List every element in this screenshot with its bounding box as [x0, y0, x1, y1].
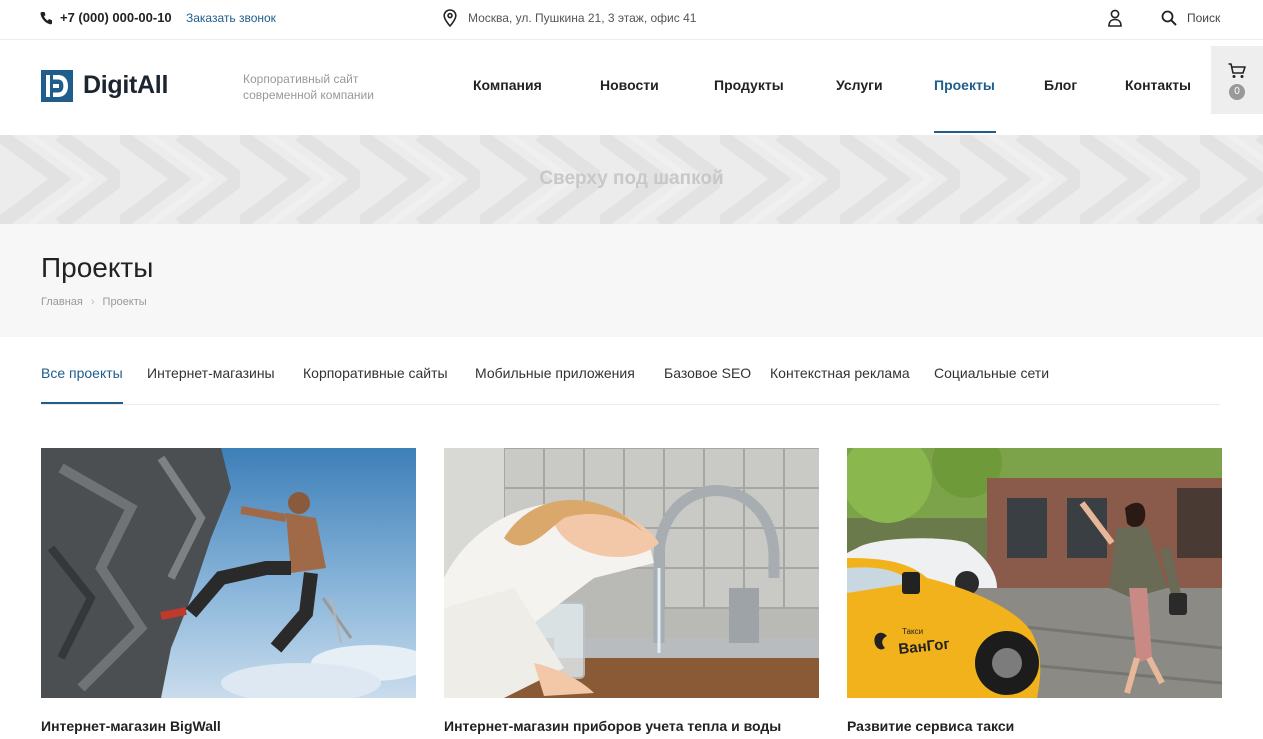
tab-basic-seo[interactable]: Базовое SEO: [664, 365, 751, 381]
phone-number[interactable]: +7 (000) 000-00-10: [60, 10, 172, 25]
map-pin-icon: [443, 9, 457, 27]
top-bar: +7 (000) 000-00-10 Заказать звонок Москв…: [0, 0, 1263, 40]
cart-button[interactable]: 0: [1211, 46, 1263, 114]
nav-active-indicator: [934, 131, 996, 133]
project-filter-tabs: Все проекты Интернет-магазины Корпоратив…: [41, 337, 1220, 405]
tab-social-networks[interactable]: Социальные сети: [934, 365, 1049, 381]
nav-item-products[interactable]: Продукты: [714, 77, 784, 93]
project-title[interactable]: Развитие сервиса такси: [847, 718, 1014, 734]
breadcrumb-separator-icon: ›: [90, 296, 95, 308]
project-title[interactable]: Интернет-магазин приборов учета тепла и …: [444, 718, 781, 734]
search-icon[interactable]: [1161, 10, 1177, 26]
project-image-water[interactable]: [444, 448, 819, 698]
nav-item-news[interactable]: Новости: [600, 77, 659, 93]
tab-corporate-sites[interactable]: Корпоративные сайты: [303, 365, 448, 381]
logo-text[interactable]: DigitAll: [83, 71, 168, 100]
project-card[interactable]: Такси ВанГог Развитие сервиса такси: [847, 448, 1222, 734]
search-button[interactable]: Поиск: [1187, 11, 1220, 25]
logo-mark-icon[interactable]: [41, 70, 73, 102]
nav-item-blog[interactable]: Блог: [1044, 77, 1077, 93]
tab-context-ads[interactable]: Контекстная реклама: [770, 365, 910, 381]
tab-mobile-apps[interactable]: Мобильные приложения: [475, 365, 635, 381]
tab-active-indicator: [41, 402, 123, 404]
nav-item-contacts[interactable]: Контакты: [1125, 77, 1191, 93]
breadcrumb-home[interactable]: Главная: [41, 296, 83, 308]
project-card[interactable]: Интернет-магазин BigWall: [41, 448, 416, 734]
tab-online-stores[interactable]: Интернет-магазины: [147, 365, 275, 381]
callback-link[interactable]: Заказать звонок: [186, 11, 276, 25]
banner-text: Сверху под шапкой: [539, 168, 724, 189]
project-image-climber[interactable]: [41, 448, 416, 698]
tab-all-projects[interactable]: Все проекты: [41, 365, 123, 381]
project-title[interactable]: Интернет-магазин BigWall: [41, 718, 221, 734]
site-header: DigitAll Корпоративный сайт современной …: [0, 41, 1263, 135]
nav-item-company[interactable]: Компания: [473, 77, 542, 93]
project-image-taxi[interactable]: Такси ВанГог: [847, 448, 1222, 698]
project-card[interactable]: Интернет-магазин приборов учета тепла и …: [444, 448, 819, 734]
address-text: Москва, ул. Пушкина 21, 3 этаж, офис 41: [468, 11, 697, 25]
page-header: Проекты Главная › Проекты: [0, 224, 1263, 337]
nav-item-projects[interactable]: Проекты: [934, 77, 995, 93]
breadcrumb: Главная › Проекты: [41, 296, 147, 308]
taxi-sign-text: Такси: [902, 627, 923, 636]
cart-icon: [1228, 63, 1246, 78]
page-title: Проекты: [41, 252, 154, 283]
cart-count-badge: 0: [1229, 84, 1245, 100]
breadcrumb-current: Проекты: [102, 296, 147, 308]
site-tagline: Корпоративный сайт современной компании: [243, 72, 374, 102]
phone-icon: [40, 12, 52, 25]
user-icon[interactable]: [1107, 9, 1123, 27]
top-banner: Сверху под шапкой: [0, 135, 1263, 224]
nav-item-services[interactable]: Услуги: [836, 77, 883, 93]
